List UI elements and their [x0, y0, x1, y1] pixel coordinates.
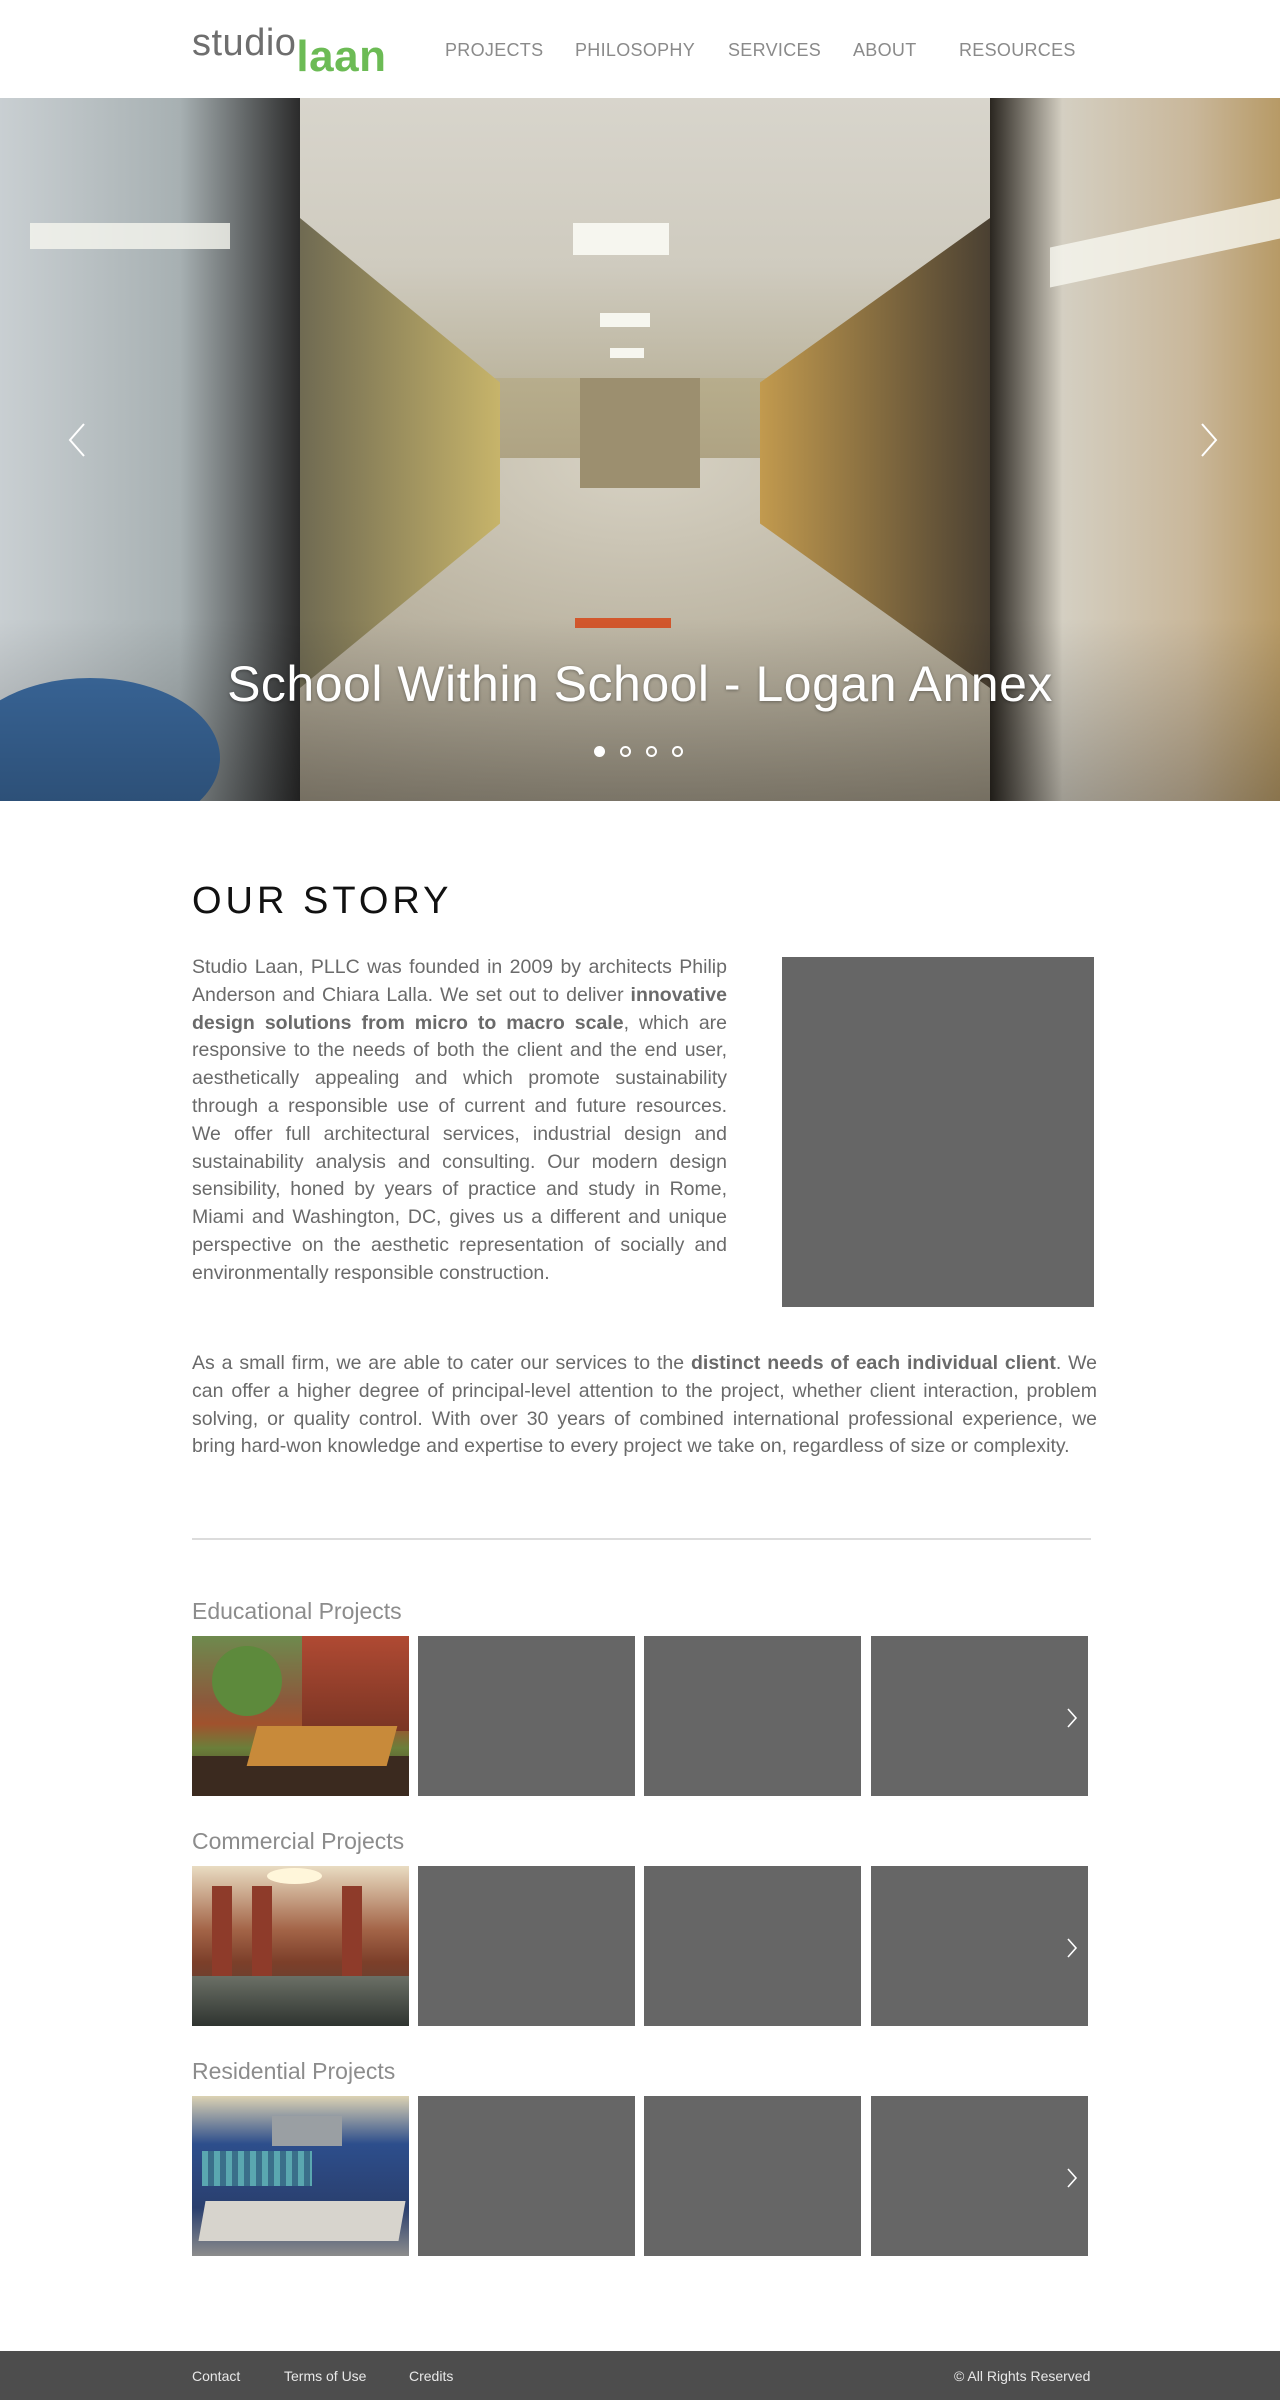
thumb-chandelier: [267, 1868, 322, 1884]
commercial-projects-title: Commercial Projects: [192, 1828, 405, 1854]
hero-pagination: [0, 746, 1280, 760]
hero-dot-1[interactable]: [594, 746, 605, 757]
thumb-pillar: [342, 1886, 362, 1986]
educational-next-button[interactable]: [1064, 1706, 1080, 1730]
nav-resources[interactable]: RESOURCES: [959, 40, 1076, 61]
thumb-floor: [192, 1976, 409, 2026]
footer-copyright: © All Rights Reserved: [954, 2368, 1091, 2384]
footer-credits-link[interactable]: Credits: [409, 2368, 453, 2384]
story-paragraph-1: Studio Laan, PLLC was founded in 2009 by…: [192, 954, 727, 1288]
residential-project-placeholder[interactable]: [644, 2096, 861, 2256]
story-paragraph-2: As a small firm, we are able to cater ou…: [192, 1350, 1097, 1461]
hero-photo-light: [573, 223, 669, 255]
hero-photo-light: [600, 313, 650, 327]
commercial-project-placeholder[interactable]: [418, 1866, 635, 2026]
story-p2-text: As a small firm, we are able to cater ou…: [192, 1352, 691, 1374]
story-p2-emphasis: distinct needs of each individual client: [690, 1352, 1056, 1374]
educational-project-thumbnail[interactable]: [192, 1636, 409, 1796]
thumb-pillar: [212, 1886, 232, 1986]
nav-services[interactable]: SERVICES: [728, 40, 821, 61]
chevron-right-icon: [1067, 1708, 1078, 1728]
commercial-project-thumbnail[interactable]: [192, 1866, 409, 2026]
hero-caption: School Within School - Logan Annex: [227, 656, 1053, 712]
hero-photo-light: [610, 348, 644, 358]
hero-dot-4[interactable]: [672, 746, 683, 757]
chevron-right-icon: [1201, 423, 1218, 457]
educational-projects-title: Educational Projects: [192, 1598, 402, 1624]
hero-photo-light: [30, 223, 230, 249]
hero-dot-2[interactable]: [620, 746, 631, 757]
commercial-project-placeholder[interactable]: [644, 1866, 861, 2026]
residential-project-thumbnail[interactable]: [192, 2096, 409, 2256]
educational-project-placeholder[interactable]: [871, 1636, 1088, 1796]
section-divider: [192, 1538, 1091, 1540]
site-footer: Contact Terms of Use Credits © All Right…: [0, 2351, 1280, 2400]
main-nav: PROJECTS PHILOSOPHY SERVICES ABOUT RESOU…: [0, 40, 1280, 64]
footer-terms-link[interactable]: Terms of Use: [284, 2368, 366, 2384]
story-image-placeholder: [782, 957, 1094, 1307]
thumb-planter: [246, 1726, 398, 1766]
hero-photo-hall-end: [580, 378, 700, 488]
thumb-counter: [198, 2201, 406, 2241]
thumb-range-hood: [272, 2116, 342, 2146]
thumb-tree: [212, 1646, 282, 1716]
site-header: studiolaan PROJECTS PHILOSOPHY SERVICES …: [0, 0, 1280, 98]
chevron-right-icon: [1067, 2168, 1078, 2188]
story-title: OUR STORY: [192, 880, 453, 922]
hero-prev-button[interactable]: [62, 420, 92, 460]
nav-projects[interactable]: PROJECTS: [445, 40, 543, 61]
chevron-right-icon: [1067, 1938, 1078, 1958]
educational-project-placeholder[interactable]: [418, 1636, 635, 1796]
nav-about[interactable]: ABOUT: [853, 40, 917, 61]
chevron-left-icon: [68, 423, 85, 457]
residential-next-button[interactable]: [1064, 2166, 1080, 2190]
thumb-pillar: [252, 1886, 272, 1986]
residential-projects-title: Residential Projects: [192, 2058, 396, 2084]
residential-project-placeholder[interactable]: [418, 2096, 635, 2256]
thumb-backsplash: [202, 2151, 312, 2186]
story-p1-text: , which are responsive to the needs of b…: [192, 1011, 727, 1284]
commercial-project-placeholder[interactable]: [871, 1866, 1088, 2026]
residential-project-placeholder[interactable]: [871, 2096, 1088, 2256]
footer-contact-link[interactable]: Contact: [192, 2368, 240, 2384]
nav-philosophy[interactable]: PHILOSOPHY: [575, 40, 695, 61]
educational-project-placeholder[interactable]: [644, 1636, 861, 1796]
commercial-next-button[interactable]: [1064, 1936, 1080, 1960]
hero-next-button[interactable]: [1194, 420, 1224, 460]
hero-dot-3[interactable]: [646, 746, 657, 757]
thumb-building: [302, 1636, 409, 1731]
